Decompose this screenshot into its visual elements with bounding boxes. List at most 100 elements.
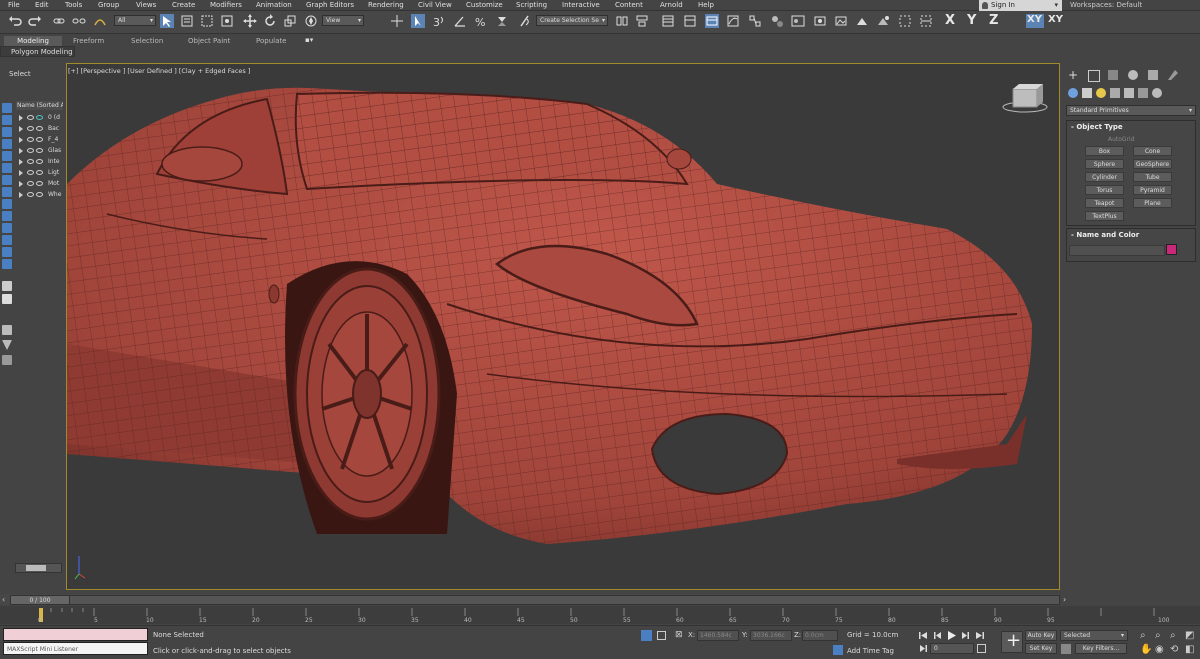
schematic-view-icon[interactable] — [748, 14, 762, 28]
box-button[interactable]: Box — [1085, 146, 1124, 156]
walk-through-icon[interactable]: ◉ — [1155, 644, 1164, 655]
display-none-icon[interactable] — [2, 103, 12, 113]
tab-modeling[interactable]: Modeling — [4, 36, 62, 46]
scene-explorer-toggle-icon[interactable] — [661, 14, 675, 28]
scene-row[interactable]: Ligt — [16, 168, 64, 178]
menu-graph-editors[interactable]: Graph Editors — [306, 1, 354, 9]
display-xrefs-icon[interactable] — [2, 199, 12, 209]
selection-lock-icon[interactable] — [657, 631, 666, 640]
percent-snap-icon[interactable]: % — [474, 14, 488, 28]
menu-edit[interactable]: Edit — [35, 1, 49, 9]
textplus-button[interactable]: TextPlus — [1085, 211, 1124, 221]
time-slider-prev-icon[interactable]: ‹ — [2, 595, 5, 604]
menu-tools[interactable]: Tools — [65, 1, 82, 9]
zoom-extents-icon[interactable]: ⌕ — [1170, 630, 1176, 641]
time-slider-next-icon[interactable]: › — [1063, 595, 1066, 604]
display-geometry-icon[interactable] — [2, 115, 12, 125]
next-frame-icon[interactable] — [960, 630, 971, 641]
reference-coord-dropdown[interactable]: View ▾ — [322, 15, 364, 26]
tab-selection[interactable]: Selection — [131, 37, 163, 45]
scene-row[interactable]: Glas — [16, 146, 64, 156]
menu-views[interactable]: Views — [136, 1, 156, 9]
rect-select-region-icon[interactable] — [200, 14, 214, 28]
go-to-end-icon[interactable] — [974, 630, 985, 641]
maxscript-output-field[interactable] — [3, 628, 148, 641]
primitive-category-dropdown[interactable]: Standard Primitives ▾ — [1066, 105, 1196, 116]
menu-arnold[interactable]: Arnold — [660, 1, 683, 9]
field-of-view-icon[interactable]: ◩ — [1185, 630, 1194, 641]
pivot-center-icon[interactable] — [390, 14, 404, 28]
scene-row[interactable]: Inte — [16, 157, 64, 167]
select-manipulate-icon[interactable] — [411, 14, 425, 28]
tab-freeform[interactable]: Freeform — [73, 37, 104, 45]
align-icon[interactable] — [635, 14, 649, 28]
axis-constraint-xy-cycle-button[interactable]: XY — [1047, 14, 1065, 28]
display-all-icon[interactable] — [2, 259, 12, 269]
scrollbar-thumb[interactable] — [26, 565, 46, 571]
key-mode-dropdown[interactable]: Selected ▾ — [1060, 630, 1128, 641]
display-groups-icon[interactable] — [2, 187, 12, 197]
menu-create[interactable]: Create — [172, 1, 195, 9]
geosphere-button[interactable]: GeoSphere — [1133, 159, 1172, 169]
display-spacewarps-icon[interactable] — [2, 175, 12, 185]
cameras-category-icon[interactable] — [1110, 88, 1120, 98]
ribbon-toggle-icon[interactable] — [705, 14, 719, 28]
scene-explorer-scrollbar[interactable] — [15, 563, 62, 573]
add-time-tag-button[interactable]: Add Time Tag — [847, 647, 894, 655]
y-coord-input[interactable]: 3036.166c — [750, 630, 792, 641]
cylinder-button[interactable]: Cylinder — [1085, 172, 1124, 182]
object-type-title[interactable]: - Object Type — [1067, 121, 1195, 133]
rendered-frame-window-icon[interactable] — [834, 14, 848, 28]
lights-category-icon[interactable] — [1096, 88, 1106, 98]
isolate-selection-icon[interactable] — [641, 630, 652, 641]
ribbon-options-icon[interactable]: ▪▾ — [305, 36, 313, 44]
display-bones-icon[interactable] — [2, 211, 12, 221]
tube-button[interactable]: Tube — [1133, 172, 1172, 182]
scale-tool-button[interactable] — [283, 14, 297, 28]
lock-icon[interactable] — [2, 355, 12, 365]
zoom-icon[interactable]: ⌕ — [1140, 630, 1146, 641]
sign-in-button[interactable]: Sign In ▾ — [979, 0, 1062, 11]
key-filter-icon[interactable] — [1061, 644, 1071, 654]
torus-button[interactable]: Torus — [1085, 185, 1124, 195]
object-name-input[interactable] — [1069, 245, 1165, 256]
angle-snap-icon[interactable] — [453, 14, 467, 28]
move-tool-button[interactable] — [243, 14, 257, 28]
set-keys-button[interactable]: + — [1001, 630, 1023, 653]
scene-row[interactable]: F_4 — [16, 135, 64, 145]
x-coord-input[interactable]: 1460.584c — [697, 630, 739, 641]
key-mode-toggle-icon[interactable] — [918, 643, 929, 654]
name-and-color-title[interactable]: - Name and Color — [1067, 229, 1195, 241]
perspective-viewport[interactable] — [66, 63, 1060, 590]
go-to-start-icon[interactable] — [918, 630, 929, 641]
placement-tool-icon[interactable] — [304, 14, 318, 28]
display-shapes-icon[interactable] — [2, 127, 12, 137]
snap-3d-icon[interactable]: 3 — [432, 14, 446, 28]
unlink-icon[interactable] — [72, 14, 86, 28]
tab-populate[interactable]: Populate — [256, 37, 286, 45]
scene-row[interactable]: 0 (d — [16, 113, 64, 123]
axis-constraint-x-button[interactable]: X — [944, 13, 958, 28]
axis-constraint-y-button[interactable]: Y — [966, 13, 980, 28]
render-iterative-icon[interactable] — [876, 14, 890, 28]
menu-scripting[interactable]: Scripting — [516, 1, 547, 9]
set-key-button[interactable]: Set Key — [1025, 643, 1057, 654]
render-production-icon[interactable] — [855, 14, 869, 28]
scene-row[interactable]: Whe — [16, 190, 64, 200]
layer-explorer-icon[interactable] — [683, 14, 697, 28]
layer-icon[interactable] — [2, 325, 12, 335]
snap-toggle-b-icon[interactable] — [919, 14, 933, 28]
spacewarps-category-icon[interactable] — [1138, 88, 1148, 98]
select-object-button[interactable] — [160, 14, 174, 28]
display-lights-icon[interactable] — [2, 139, 12, 149]
pyramid-button[interactable]: Pyramid — [1133, 185, 1172, 195]
material-editor-slate-icon[interactable] — [791, 14, 805, 28]
scene-explorer-header[interactable]: Name (Sorted A — [16, 101, 63, 110]
redo-button[interactable] — [28, 14, 42, 28]
systems-category-icon[interactable] — [1152, 88, 1162, 98]
menu-group[interactable]: Group — [98, 1, 119, 9]
time-config-icon[interactable] — [977, 644, 986, 653]
shapes-category-icon[interactable] — [1082, 88, 1092, 98]
plane-button[interactable]: Plane — [1133, 198, 1172, 208]
auto-key-button[interactable]: Auto Key — [1025, 630, 1057, 641]
